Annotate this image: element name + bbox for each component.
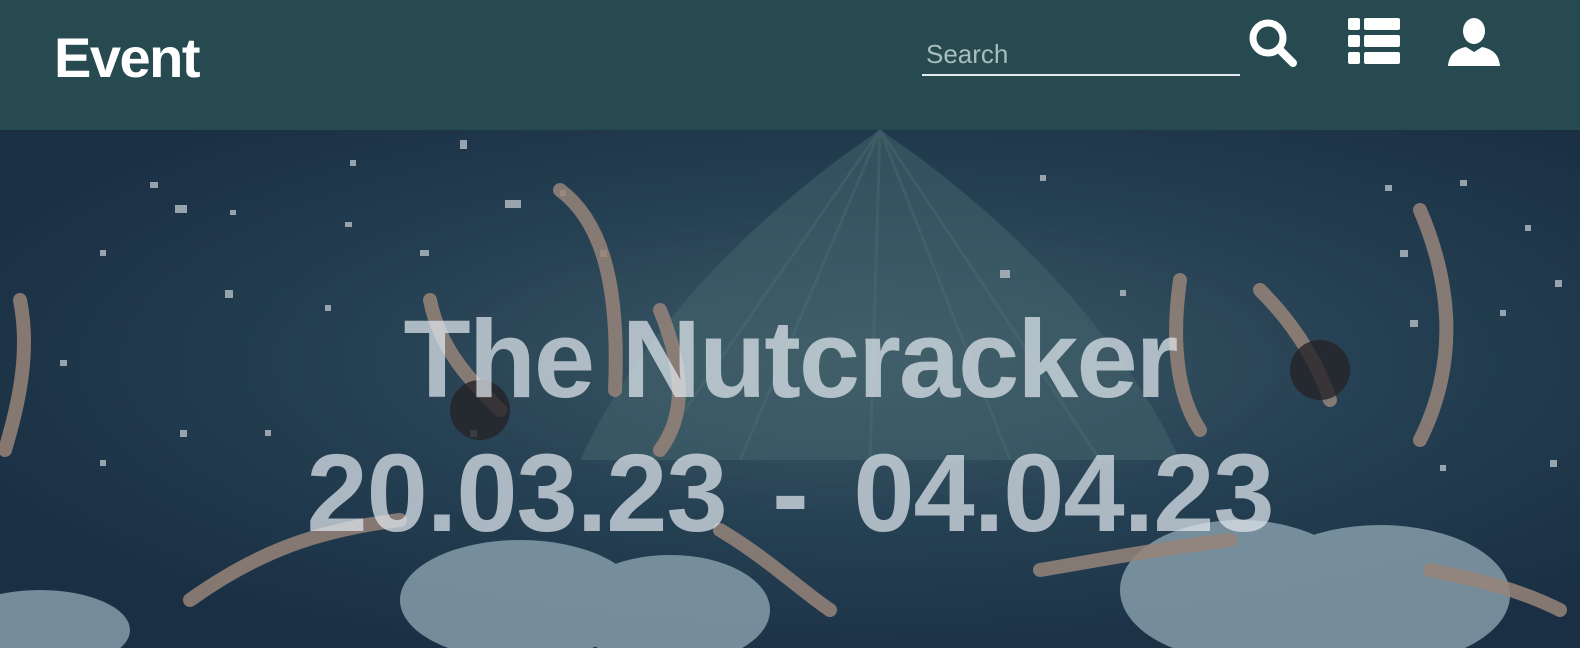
search-button[interactable] (1245, 16, 1301, 68)
search-field-wrapper (922, 34, 1240, 76)
list-icon (1348, 18, 1400, 64)
event-title: The Nutcracker (403, 298, 1179, 421)
search-input[interactable] (922, 34, 1240, 74)
event-date-range: 20.03.23 - 04.04.23 (306, 432, 1274, 555)
search-icon (1249, 19, 1297, 67)
event-hero-banner[interactable]: The Nutcracker 20.03.23 - 04.04.23 (0, 130, 1580, 648)
top-navigation-bar: Event (0, 0, 1580, 130)
user-account-button[interactable] (1446, 16, 1502, 68)
list-view-button[interactable] (1346, 16, 1402, 68)
brand-logo-text[interactable]: Event (54, 26, 201, 90)
user-icon (1448, 18, 1500, 66)
